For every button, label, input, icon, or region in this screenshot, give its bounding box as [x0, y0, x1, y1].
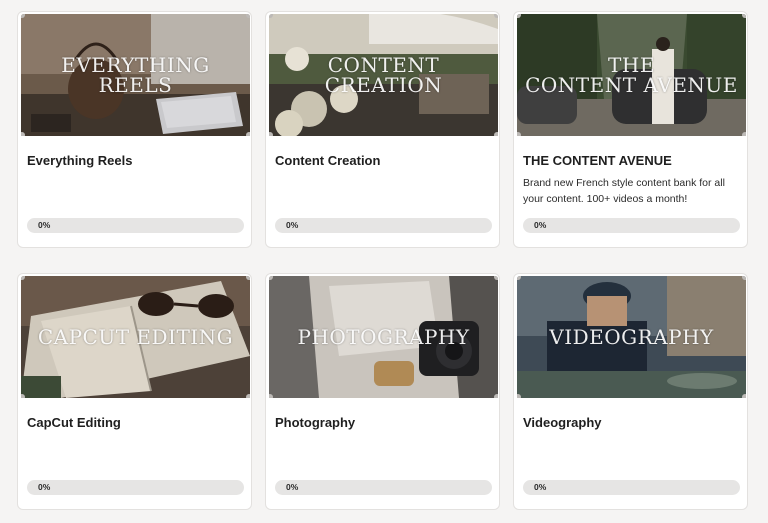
progress-percent: 0% [38, 220, 51, 230]
progress-bar: 0% [275, 480, 492, 495]
progress-percent: 0% [286, 220, 299, 230]
corner-dot [21, 132, 25, 136]
corner-dot [246, 14, 250, 18]
progress-percent: 0% [534, 220, 547, 230]
corner-dot [494, 394, 498, 398]
course-thumbnail[interactable]: PHOTOGRAPHY [269, 276, 498, 398]
course-title[interactable]: Photography [275, 415, 355, 430]
course-card-content-creation[interactable]: CONTENT CREATION Content Creation 0% [265, 11, 500, 248]
thumbnail-title: THE CONTENT AVENUE [525, 53, 738, 97]
progress-percent: 0% [534, 482, 547, 492]
course-card-everything-reels[interactable]: EVERYTHING REELS Everything Reels 0% [17, 11, 252, 248]
corner-dot [494, 276, 498, 280]
course-title[interactable]: Everything Reels [27, 153, 133, 168]
thumbnail-title: VIDEOGRAPHY [549, 325, 714, 349]
thumbnail-title: PHOTOGRAPHY [297, 325, 470, 349]
course-title[interactable]: CapCut Editing [27, 415, 121, 430]
corner-dot [494, 14, 498, 18]
corner-dot [742, 394, 746, 398]
course-description: Brand new French style content bank for … [523, 177, 725, 205]
progress-percent: 0% [286, 482, 299, 492]
corner-dot [742, 14, 746, 18]
corner-dot [246, 132, 250, 136]
progress-bar: 0% [523, 218, 740, 233]
corner-dot [742, 132, 746, 136]
corner-dot [269, 394, 273, 398]
thumbnail-title: CAPCUT EDITING [37, 325, 234, 349]
course-card-photography[interactable]: PHOTOGRAPHY Photography 0% [265, 273, 500, 510]
progress-percent: 0% [38, 482, 51, 492]
progress-bar: 0% [27, 218, 244, 233]
course-title[interactable]: THE CONTENT AVENUE [523, 153, 672, 168]
corner-dot [246, 394, 250, 398]
course-card-videography[interactable]: VIDEOGRAPHY Videography 0% [513, 273, 748, 510]
progress-bar: 0% [523, 480, 740, 495]
course-thumbnail[interactable]: EVERYTHING REELS [21, 14, 250, 136]
thumbnail-title: CONTENT CREATION [324, 53, 443, 97]
course-thumbnail[interactable]: CONTENT CREATION [269, 14, 498, 136]
course-title[interactable]: Content Creation [275, 153, 380, 168]
course-thumbnail[interactable]: THE CONTENT AVENUE [517, 14, 746, 136]
corner-dot [246, 276, 250, 280]
course-title[interactable]: Videography [523, 415, 602, 430]
course-thumbnail[interactable]: CAPCUT EDITING [21, 276, 250, 398]
corner-dot [517, 394, 521, 398]
progress-bar: 0% [27, 480, 244, 495]
course-card-capcut-editing[interactable]: CAPCUT EDITING CapCut Editing 0% [17, 273, 252, 510]
thumbnail-title: EVERYTHING REELS [61, 53, 210, 97]
corner-dot [494, 132, 498, 136]
corner-dot [21, 394, 25, 398]
progress-bar: 0% [275, 218, 492, 233]
course-thumbnail[interactable]: VIDEOGRAPHY [517, 276, 746, 398]
corner-dot [742, 276, 746, 280]
course-card-the-content-avenue[interactable]: THE CONTENT AVENUE THE CONTENT AVENUE Br… [513, 11, 748, 248]
course-grid: EVERYTHING REELS Everything Reels 0% CON… [0, 0, 768, 523]
corner-dot [517, 132, 521, 136]
corner-dot [269, 132, 273, 136]
